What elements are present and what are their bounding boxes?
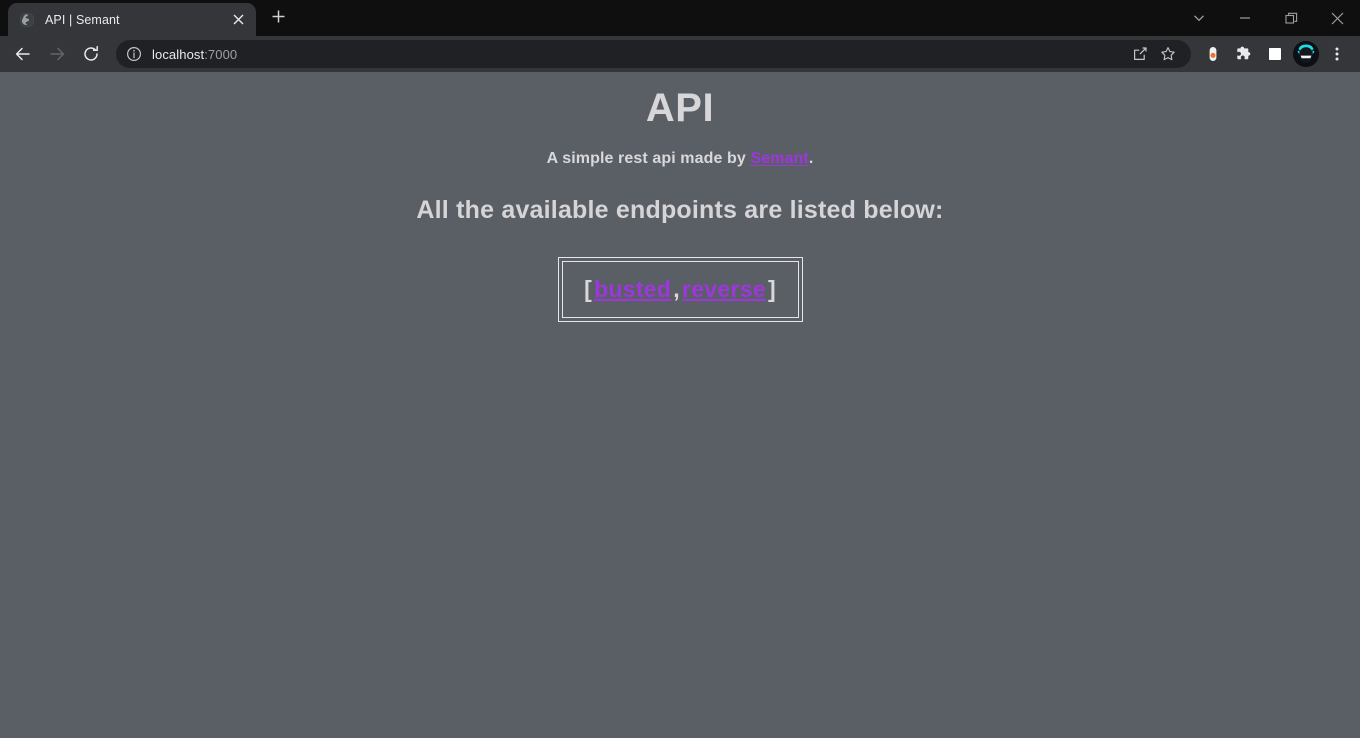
- side-panel-button[interactable]: [1260, 39, 1290, 69]
- page-subtitle: A simple rest api made by Semant.: [547, 150, 814, 168]
- browser-window: API | Semant localhost:7000 API A simple…: [0, 0, 1360, 738]
- endpoints-box-inner: [busted,reverse]: [561, 261, 799, 318]
- tab-close-icon[interactable]: [228, 10, 248, 30]
- endpoints-box: [busted,reverse]: [557, 257, 803, 322]
- forward-button[interactable]: [42, 39, 72, 69]
- puzzle-piece-icon: [1235, 45, 1253, 63]
- subtitle-prefix: A simple rest api made by: [546, 150, 751, 167]
- browser-tab[interactable]: API | Semant: [8, 3, 256, 36]
- browser-toolbar: localhost:7000: [0, 36, 1360, 72]
- url-host: localhost: [152, 46, 205, 62]
- subtitle-suffix: .: [808, 150, 814, 167]
- address-bar[interactable]: localhost:7000: [116, 40, 1191, 68]
- extension-toggle-button[interactable]: [1198, 39, 1228, 69]
- avatar-icon: [1293, 41, 1319, 67]
- semant-link[interactable]: Semant: [750, 150, 808, 167]
- window-controls: [1176, 0, 1360, 36]
- extension-toggle-icon: [1204, 45, 1222, 63]
- forward-arrow-icon: [48, 45, 66, 63]
- tab-strip: API | Semant: [0, 0, 1360, 36]
- share-icon: [1132, 46, 1148, 62]
- tab-title: API | Semant: [45, 12, 120, 27]
- minimize-button[interactable]: [1222, 0, 1268, 36]
- open-bracket: [: [584, 276, 593, 302]
- url-port: :7000: [204, 46, 238, 62]
- globe-icon: [19, 12, 35, 28]
- toolbar-icon-group: [1197, 39, 1352, 69]
- side-panel-icon: [1266, 45, 1284, 63]
- bookmark-button[interactable]: [1155, 41, 1181, 67]
- extensions-button[interactable]: [1229, 39, 1259, 69]
- three-dot-menu-icon: [1329, 46, 1345, 62]
- minimize-icon: [1239, 12, 1251, 24]
- endpoint-link-reverse[interactable]: reverse: [682, 276, 766, 302]
- back-arrow-icon: [14, 45, 32, 63]
- info-circle-icon[interactable]: [126, 46, 142, 62]
- star-icon: [1160, 46, 1176, 62]
- back-button[interactable]: [8, 39, 38, 69]
- url-text: localhost:7000: [152, 47, 237, 62]
- browser-menu-button[interactable]: [1322, 39, 1352, 69]
- chevron-down-icon: [1193, 12, 1205, 24]
- reload-button[interactable]: [76, 39, 106, 69]
- share-button[interactable]: [1127, 41, 1153, 67]
- endpoint-separator: ,: [673, 276, 680, 302]
- endpoints-list: [busted,reverse]: [584, 276, 776, 303]
- page-viewport: API A simple rest api made by Semant. Al…: [0, 72, 1360, 738]
- reload-icon: [82, 45, 100, 63]
- page-title: API: [645, 86, 715, 130]
- maximize-button[interactable]: [1268, 0, 1314, 36]
- section-heading: All the available endpoints are listed b…: [416, 196, 944, 224]
- close-icon: [1331, 12, 1344, 25]
- plus-icon: [272, 10, 285, 28]
- restore-icon: [1284, 12, 1298, 25]
- tab-search-button[interactable]: [1176, 0, 1222, 36]
- new-tab-button[interactable]: [264, 5, 292, 33]
- endpoint-link-busted[interactable]: busted: [594, 276, 671, 302]
- page-content: API A simple rest api made by Semant. Al…: [0, 72, 1360, 738]
- close-bracket: ]: [767, 276, 776, 302]
- profile-button[interactable]: [1291, 39, 1321, 69]
- address-bar-actions: [1125, 41, 1181, 67]
- close-window-button[interactable]: [1314, 0, 1360, 36]
